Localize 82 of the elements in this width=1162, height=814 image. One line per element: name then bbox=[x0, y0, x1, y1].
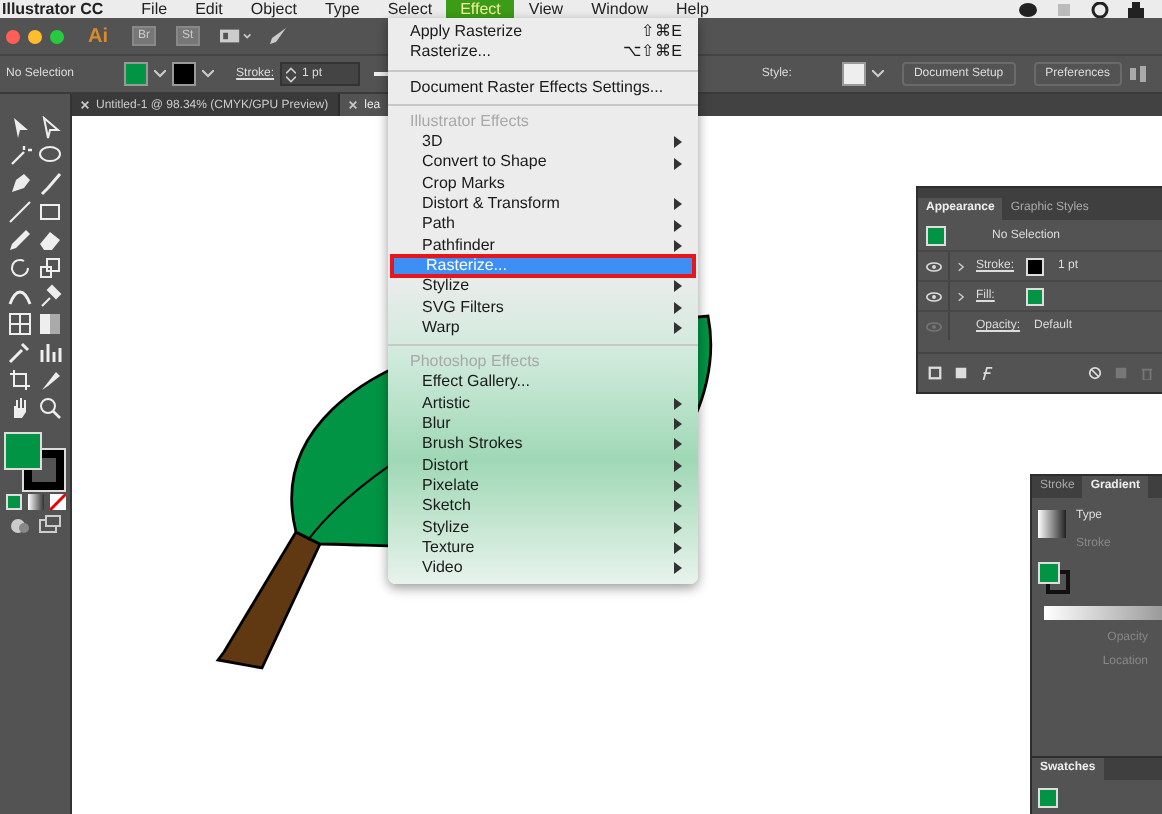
menu-item[interactable]: Document Raster Effects Settings... bbox=[388, 77, 698, 98]
caret-icon[interactable] bbox=[871, 70, 884, 78]
menu-item[interactable]: Video bbox=[388, 558, 698, 579]
bar-chart-icon[interactable] bbox=[38, 340, 62, 364]
menu-item[interactable]: Stylize bbox=[388, 276, 698, 298]
gradient-preview[interactable] bbox=[1038, 510, 1066, 538]
menu-item[interactable]: Pathfinder bbox=[388, 235, 698, 256]
menu-bar-item[interactable]: File bbox=[127, 0, 182, 18]
wand-icon[interactable] bbox=[8, 144, 32, 168]
app-logo: Ai bbox=[88, 25, 108, 47]
app-name[interactable]: Illustrator CC bbox=[0, 0, 128, 18]
crop-icon[interactable] bbox=[8, 368, 32, 392]
square-icon[interactable] bbox=[928, 366, 942, 380]
menu-bar-item[interactable]: Type bbox=[310, 0, 374, 18]
chevron-icon[interactable] bbox=[957, 291, 963, 301]
style-swatch[interactable] bbox=[841, 62, 866, 86]
clear-icon[interactable] bbox=[1088, 366, 1102, 380]
menu-section-header: Photoshop Effects bbox=[408, 352, 542, 373]
menu-bar-item[interactable]: View bbox=[514, 0, 578, 18]
stroke-swatch[interactable] bbox=[172, 62, 197, 86]
function-icon[interactable] bbox=[980, 366, 994, 380]
menu-item[interactable]: Blur bbox=[388, 414, 698, 435]
pointer-arrow-icon[interactable] bbox=[8, 116, 32, 140]
caret-icon[interactable] bbox=[202, 70, 215, 78]
gradient-icon[interactable] bbox=[38, 312, 62, 336]
square-icon[interactable] bbox=[954, 366, 968, 380]
rocket-icon[interactable] bbox=[267, 26, 288, 46]
gradient-mode-button[interactable] bbox=[27, 494, 43, 510]
align-icon[interactable] bbox=[1128, 64, 1148, 84]
menu-item[interactable]: 3D bbox=[388, 132, 698, 153]
menu-item[interactable]: Brush Strokes bbox=[388, 434, 698, 456]
menu-item[interactable]: Crop Marks bbox=[388, 173, 698, 195]
menu-item[interactable]: Sketch bbox=[388, 496, 698, 518]
zoom-button[interactable] bbox=[50, 29, 64, 43]
menu-item[interactable]: Warp bbox=[388, 317, 698, 339]
scale-icon[interactable] bbox=[38, 256, 62, 280]
screen-mode-icon[interactable] bbox=[38, 514, 62, 538]
zoom-icon[interactable] bbox=[38, 396, 62, 420]
close-icon[interactable] bbox=[348, 100, 359, 110]
chevron-icon[interactable] bbox=[957, 261, 963, 271]
close-button[interactable] bbox=[6, 29, 20, 43]
rectangle-icon[interactable] bbox=[38, 200, 62, 224]
menu-item[interactable]: Pixelate bbox=[388, 475, 698, 497]
fill-stroke-swatch[interactable] bbox=[1038, 562, 1070, 594]
color-mode-button[interactable] bbox=[5, 494, 21, 510]
menu-item[interactable]: Apply Rasterize ⇧⌘E bbox=[388, 22, 698, 43]
fill-swatch[interactable] bbox=[124, 62, 149, 86]
menu-bar-item[interactable]: Object bbox=[236, 0, 311, 18]
pen-icon[interactable] bbox=[8, 172, 32, 196]
menu-item[interactable]: Path bbox=[388, 214, 698, 236]
menu-bar-item[interactable]: Help bbox=[662, 0, 723, 18]
close-icon[interactable] bbox=[80, 100, 90, 110]
color-swatch[interactable] bbox=[1038, 788, 1058, 808]
menu-item[interactable]: Effect Gallery... bbox=[388, 372, 698, 394]
menu-item[interactable]: Stylize bbox=[388, 517, 698, 538]
hand-icon[interactable] bbox=[8, 396, 32, 420]
menu-item[interactable]: Convert to Shape bbox=[388, 152, 698, 174]
menu-item[interactable]: Distort bbox=[388, 455, 698, 476]
caret-icon[interactable] bbox=[154, 70, 167, 78]
lasso-icon[interactable] bbox=[38, 144, 62, 168]
draw-mode-icon[interactable] bbox=[8, 514, 32, 538]
menu-section-header: Illustrator Effects bbox=[408, 111, 531, 133]
menu-item[interactable]: Distort & Transform bbox=[388, 194, 698, 215]
line-icon[interactable] bbox=[8, 200, 32, 224]
minimize-button[interactable] bbox=[28, 29, 42, 43]
menu-item[interactable]: SVG Filters bbox=[388, 297, 698, 318]
menu-bar-item[interactable]: Window bbox=[577, 0, 663, 18]
menu-bar-item[interactable]: Edit bbox=[181, 0, 237, 18]
pencil-icon[interactable] bbox=[8, 228, 32, 252]
rotate-icon[interactable] bbox=[8, 256, 32, 280]
spinner-icon[interactable] bbox=[286, 65, 297, 83]
menu-item[interactable]: Texture bbox=[388, 537, 698, 559]
grid-icon[interactable] bbox=[8, 312, 32, 336]
menu-item[interactable]: Rasterize... ⌥⇧⌘E bbox=[388, 42, 698, 64]
eyedropper-icon[interactable] bbox=[8, 340, 32, 364]
menu-item[interactable]: Artistic bbox=[388, 393, 698, 415]
eraser-icon[interactable] bbox=[38, 228, 62, 252]
layout-icon[interactable] bbox=[219, 28, 252, 44]
hollow-arrow-icon[interactable] bbox=[38, 116, 62, 140]
gradient-ramp bbox=[1044, 606, 1162, 620]
menu-bar-item[interactable]: Select bbox=[373, 0, 447, 18]
none-mode-button[interactable] bbox=[49, 494, 65, 510]
